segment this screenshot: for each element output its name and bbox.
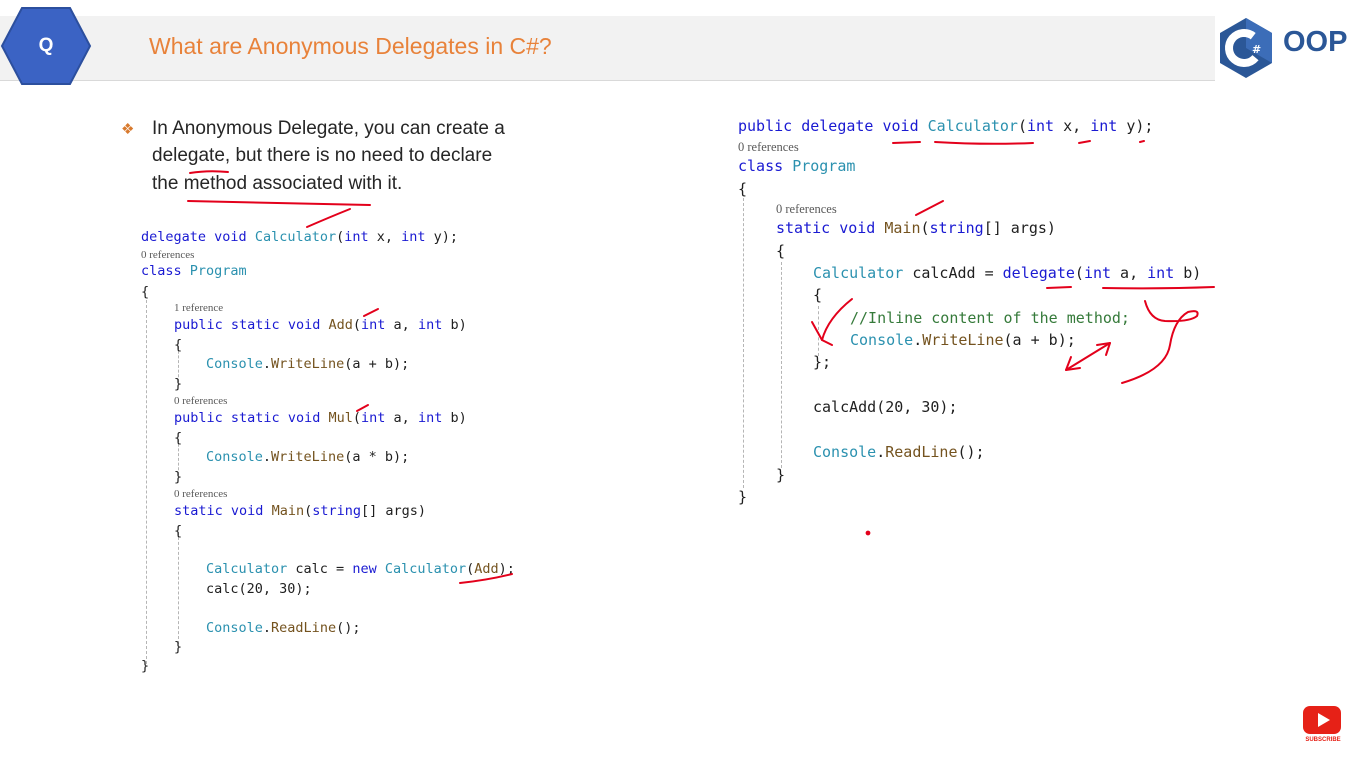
code-line-mul-signature: public static void Mul(int a, int b) — [174, 410, 467, 426]
checkmark-annotation — [821, 298, 853, 341]
bullet-line-3: the method associated with it. — [152, 173, 403, 194]
reference-count: 0 references — [738, 140, 799, 154]
stray-dot — [865, 530, 871, 536]
underline-annotation — [934, 141, 1034, 145]
slide-title: What are Anonymous Delegates in C#? — [149, 33, 552, 59]
code-line-main-signature: static void Main(string[] args) — [174, 503, 427, 519]
underline-annotation — [1046, 286, 1072, 289]
bullet-line-1: In Anonymous Delegate, you can create a — [152, 118, 505, 139]
arrow-head-annotation — [1065, 356, 1081, 371]
subscribe-button[interactable] — [1303, 706, 1341, 734]
code-line-class: class Program — [738, 157, 856, 175]
underline-annotation — [187, 200, 371, 206]
indent-guide — [743, 198, 744, 488]
csharp-logo-icon: # — [1220, 18, 1272, 78]
tick-annotation — [306, 208, 351, 228]
code-brace: } — [174, 639, 183, 655]
code-line-delegate-decl: public delegate void Calculator(int x, i… — [738, 117, 1154, 135]
reference-count: 1 reference — [174, 302, 224, 314]
reference-count: 0 references — [174, 395, 228, 407]
arrow-head-annotation — [1096, 342, 1111, 356]
code-brace: } — [738, 488, 748, 506]
bullet-diamond-icon: ❖ — [121, 121, 135, 138]
code-line-anonymous-delegate: Calculator calcAdd = delegate(int a, int… — [813, 264, 1202, 282]
code-brace: { — [141, 284, 150, 300]
reference-count: 0 references — [141, 249, 195, 261]
indent-guide — [178, 532, 179, 644]
code-brace: { — [174, 430, 183, 446]
code-brace: { — [776, 242, 786, 260]
play-icon — [1318, 713, 1330, 727]
curve-annotation — [1121, 300, 1199, 384]
underline-annotation — [892, 141, 921, 144]
logo-glyph: # — [1252, 43, 1261, 56]
code-comment: //Inline content of the method; — [850, 309, 1130, 327]
code-brace: { — [174, 337, 183, 353]
code-brace: { — [174, 523, 183, 539]
code-line-main-signature: static void Main(string[] args) — [776, 219, 1056, 237]
code-line-add-body: Console.WriteLine(a + b); — [206, 356, 410, 372]
subscribe-label[interactable]: SUBSCRIBE — [1300, 737, 1346, 743]
code-line-end-delegate: }; — [813, 353, 832, 371]
tick-annotation — [363, 308, 379, 317]
indent-guide — [781, 262, 782, 468]
underline-annotation — [1102, 286, 1215, 290]
code-brace: { — [738, 180, 748, 198]
code-line-mul-body: Console.WriteLine(a * b); — [206, 449, 410, 465]
code-line-add-signature: public static void Add(int a, int b) — [174, 317, 467, 333]
bullet-line-2: delegate, but there is no need to declar… — [152, 145, 493, 166]
reference-count: 0 references — [776, 202, 837, 216]
code-brace: } — [141, 658, 150, 674]
code-brace: } — [174, 376, 183, 392]
logo-text: OOP — [1283, 26, 1348, 58]
code-brace: } — [776, 466, 786, 484]
indent-guide — [146, 300, 147, 664]
code-line-calc-decl: Calculator calc = new Calculator(Add); — [206, 561, 515, 577]
code-brace: } — [174, 469, 183, 485]
tick-annotation — [1078, 140, 1091, 144]
pen-annotations — [187, 140, 1215, 584]
reference-count: 0 references — [174, 488, 228, 500]
code-line-readline: Console.ReadLine(); — [813, 443, 985, 461]
code-line-delegate-decl: delegate void Calculator(int x, int y); — [141, 229, 459, 245]
checkmark-annotation — [811, 321, 833, 346]
code-line-writeline: Console.WriteLine(a + b); — [850, 331, 1076, 349]
tick-annotation — [1139, 140, 1145, 143]
code-line-calc-call: calc(20, 30); — [206, 581, 312, 597]
code-line-readline: Console.ReadLine(); — [206, 620, 361, 636]
tick-annotation — [915, 200, 944, 216]
code-line-class: class Program — [141, 263, 247, 279]
question-badge-label: Q — [38, 35, 54, 56]
code-line-call: calcAdd(20, 30); — [813, 398, 958, 416]
code-brace: { — [813, 286, 823, 304]
indent-guide — [818, 306, 819, 356]
